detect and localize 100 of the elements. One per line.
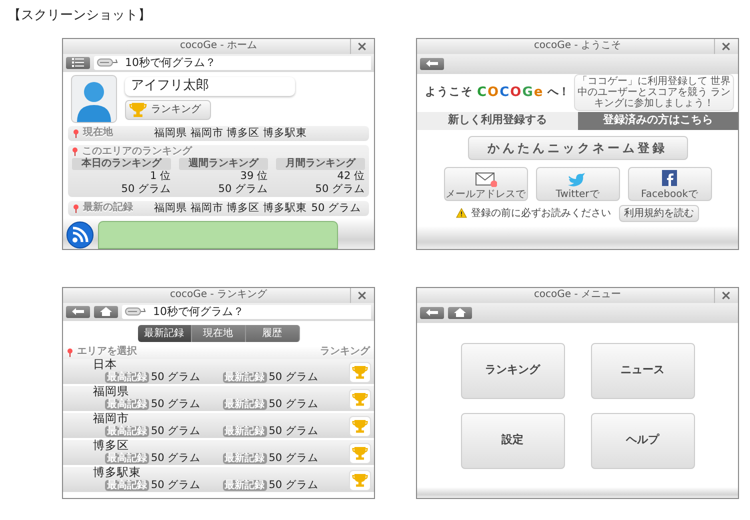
record-value: 50 グラム [151,479,201,492]
rank-value: 1 位 [148,170,171,182]
back-arrow-icon [425,58,439,69]
record-label: 最高記録 [105,399,149,410]
window-title: cocoGe - メニュー [534,289,622,301]
record-value: 50 グラム [268,479,318,492]
ranking-row[interactable]: 福岡市 最高記録 50 グラム 最新記録 50 グラム [63,412,374,440]
record-label: 最新記録 [222,372,267,383]
back-button[interactable] [66,306,90,318]
back-button[interactable] [420,58,444,70]
welcome-text: ようこそ [425,84,473,100]
segment-tab[interactable]: 現在地 [192,324,246,342]
ranking-row[interactable]: 福岡県 最高記録 50 グラム 最新記録 50 グラム [63,386,374,412]
terms-button[interactable]: 利用規約を読む [619,204,699,222]
home-icon [99,306,113,317]
menu-button[interactable]: ヘルプ [590,412,694,468]
record-value: 50 グラム [151,371,201,384]
window-title: cocoGe - ランキング [170,289,268,301]
home-button[interactable] [448,306,472,318]
welcome-text: へ！ [548,84,570,100]
pin-icon [72,147,78,156]
tab[interactable]: 新しく利用登録する [417,112,578,130]
menu-button[interactable]: 設定 [460,412,564,468]
quiz-title: 10秒で何グラム？ [153,305,244,318]
area-name: 福岡市 [93,412,130,425]
signup-button[interactable]: Twitterで [536,166,620,200]
record-label: 最新記録 [222,426,267,437]
section-label: 最新の記録 [83,202,133,214]
signup-button[interactable]: メールアドレスで [444,166,528,200]
ranking-row[interactable]: 博多区 最高記録 50 グラム 最新記録 50 グラム [63,440,374,466]
area-name: 福岡県 [93,385,130,398]
back-button[interactable] [420,306,444,318]
segment-tab[interactable]: 履歴 [246,324,300,342]
trophy-icon [352,365,368,379]
menu-button[interactable] [66,56,90,68]
avatar-icon [71,74,117,122]
trophy-icon [129,102,147,117]
ranking-row[interactable]: 博多駅東 最高記録 50 グラム 最新記録 50 グラム [63,466,374,494]
record-value: 50 グラム [268,398,318,411]
record-label: 最新記録 [222,453,267,464]
record-place: 福岡県 福岡市 博多区 博多駅東 [154,202,308,214]
home-icon [453,307,467,318]
quiz-title: 10秒で何グラム？ [125,56,216,69]
key-icon [97,58,119,67]
nickname-register-button[interactable]: かんたんニックネーム登録 [468,136,688,160]
trophy-icon [352,446,368,460]
trophy-icon [352,419,368,433]
area-name: 博多駅東 [93,466,142,479]
key-icon [125,307,147,316]
record-value: 50 グラム [151,452,201,465]
record-label: 最新記録 [222,480,267,491]
pin-icon [73,204,79,212]
mail-icon [474,170,496,186]
list-header-label: エリアを選択 [77,346,137,358]
record-label: 最新記録 [222,399,267,410]
column-heading: 本日のランキング [72,158,171,170]
grams-value: 50 グラム [314,182,365,196]
record-value: 50 グラム [268,452,318,465]
menu-button[interactable]: ニュース [590,342,694,398]
record-value: 50 グラム [151,398,201,411]
notice-text: 登録の前に必ずお読みください [471,206,611,220]
record-value: 50 グラム [268,371,318,384]
tab[interactable]: 登録済みの方はこちら [578,112,738,130]
window-title: cocoGe - ホーム [180,40,258,52]
grams-value: 50 グラム [120,182,171,196]
section-label: 現在地 [83,127,113,139]
logo: COCOGe [477,84,544,102]
record-label: 最高記録 [105,453,149,464]
column-heading: 月間ランキング [276,158,365,170]
back-arrow-icon [71,306,85,317]
record-label: 最高記録 [105,372,149,383]
location-value: 福岡県 福岡市 博多区 博多駅東 [154,126,308,140]
window-title: cocoGe - ようこそ [534,40,622,52]
info-note: 「ココゲー」に利用登録して 世界中のユーザーとスコアを競う ランキングに参加しましょう！ [574,74,734,111]
rank-value: 39 位 [239,170,268,182]
segment-tab[interactable]: 最新記録 [138,324,192,342]
area-name: 博多区 [93,439,130,452]
warning-icon [456,208,467,218]
list-header-label: ランキング [320,346,370,358]
record-label: 最高記録 [105,480,149,491]
area-name: 日本 [93,358,118,371]
back-arrow-icon [425,307,439,318]
name-field: アイフリ太郎 [125,76,295,96]
record-label: 最高記録 [105,426,149,437]
pin-icon [67,348,73,356]
trophy-icon [352,473,368,487]
ranking-row[interactable]: 日本 最高記録 50 グラム 最新記録 50 グラム [63,358,374,386]
rss-icon[interactable] [66,220,94,248]
signup-button[interactable]: Facebookで [628,166,712,200]
home-button[interactable] [94,306,118,318]
rank-value: 42 位 [336,170,365,182]
menu-button[interactable]: ランキング [460,342,564,398]
pin-icon [73,128,79,138]
menu-icon [71,57,85,68]
column-heading: 週間ランキング [179,158,268,170]
page-heading: 【スクリーンショット】 [7,7,152,25]
record-value: 50 グラム [151,425,201,438]
ranking-button[interactable]: ランキング [125,100,211,120]
grams-value: 50 グラム [217,182,268,196]
record-value: 50 グラム [268,425,318,438]
